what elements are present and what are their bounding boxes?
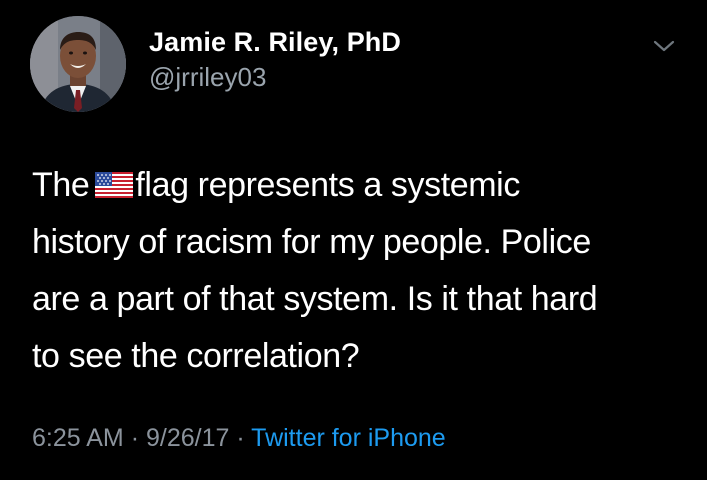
chevron-down-icon[interactable] bbox=[648, 34, 680, 58]
avatar-photo-icon bbox=[30, 16, 126, 112]
tweet-text-line: The flag represents a systemic bbox=[32, 157, 692, 214]
us-flag-icon bbox=[95, 159, 134, 198]
tweet-source-link[interactable]: Twitter for iPhone bbox=[251, 424, 446, 452]
tweet-card: Jamie R. Riley, PhD @jrriley03 The flag … bbox=[0, 0, 707, 480]
tweet-text-line-1: flag represents a systemic bbox=[135, 166, 520, 204]
tweet-time[interactable]: 6:25 AM bbox=[32, 424, 124, 452]
tweet-meta: 6:25 AM · 9/26/17 · Twitter for iPhone bbox=[32, 424, 446, 453]
tweet-text-line-4: to see the correlation? bbox=[32, 337, 360, 375]
user-handle[interactable]: @jrriley03 bbox=[149, 62, 266, 93]
display-name[interactable]: Jamie R. Riley, PhD bbox=[149, 27, 401, 58]
tweet-text-start: The bbox=[32, 166, 90, 204]
meta-separator: · bbox=[236, 424, 245, 452]
tweet-text-line-3: are a part of that system. Is it that ha… bbox=[32, 280, 598, 318]
avatar[interactable] bbox=[30, 16, 126, 112]
tweet-text: The flag represents a systemic history o… bbox=[32, 157, 692, 385]
tweet-text-line-2: history of racism for my people. Police bbox=[32, 223, 591, 261]
tweet-date[interactable]: 9/26/17 bbox=[146, 424, 229, 452]
meta-separator: · bbox=[130, 424, 140, 452]
